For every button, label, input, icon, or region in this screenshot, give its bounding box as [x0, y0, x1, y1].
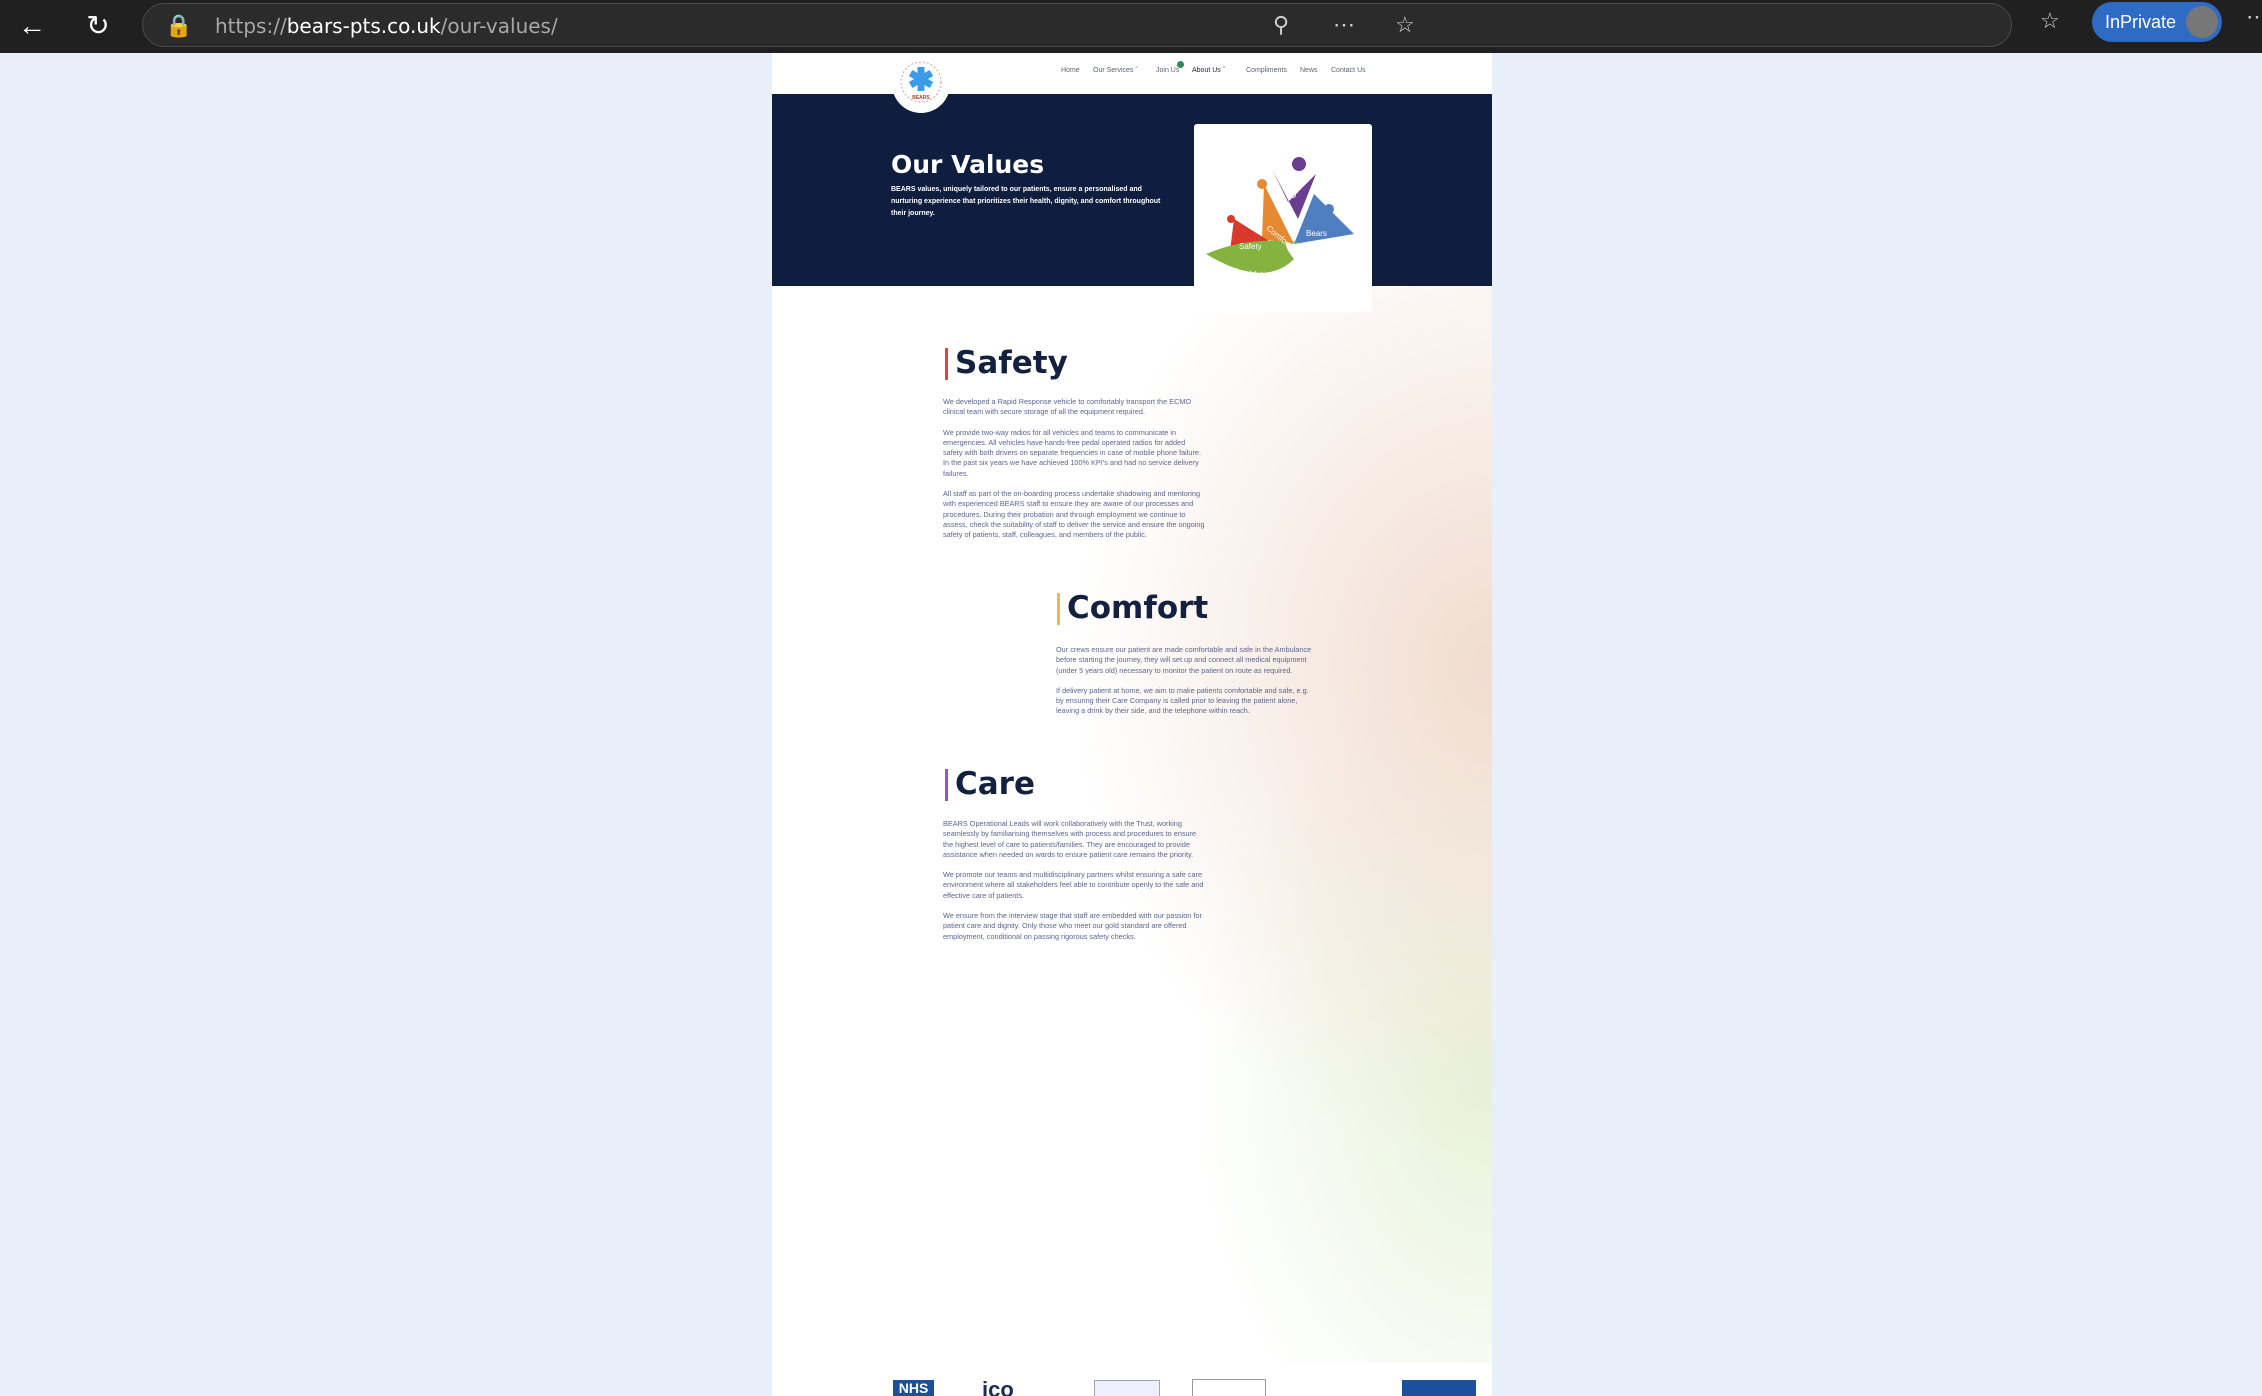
paragraph: We provide two-way radios for all vehicl…: [943, 427, 1201, 478]
refresh-icon[interactable]: ↻: [80, 8, 116, 44]
comfort-heading: Comfort: [1057, 591, 1208, 625]
nav-compliments[interactable]: Compliments: [1246, 67, 1287, 74]
site-logo[interactable]: BEARS: [892, 55, 950, 113]
paragraph: Our crews ensure our patient are made co…: [1056, 645, 1312, 675]
lock-icon[interactable]: 🔒: [165, 13, 192, 39]
nav-news[interactable]: News: [1300, 67, 1318, 74]
values-image: Safety Comfort Care Bears Our Values: [1194, 124, 1372, 312]
web-page: Home Our Services ˇ Join Us About Us ˇ C…: [772, 53, 1492, 1396]
paragraph: We ensure from the interview stage that …: [943, 911, 1202, 941]
nhs-logo: NHS: [893, 1380, 934, 1396]
hero-banner: Our Values BEARS values, uniquely tailor…: [772, 94, 1492, 286]
paragraph: We promote our teams and multidisciplina…: [943, 870, 1204, 900]
paragraph: All staff as part of the on-boarding pro…: [943, 489, 1205, 540]
browser-toolbar: ← ↻ 🔒 https://bears-pts.co.uk/our-values…: [0, 0, 2262, 53]
comfort-text: Our crews ensure our patient are made co…: [1056, 645, 1318, 727]
svg-text:BEARS: BEARS: [912, 95, 930, 101]
more-icon[interactable]: ⋯: [1333, 12, 1355, 38]
paragraph: We developed a Rapid Response vehicle to…: [943, 397, 1192, 417]
star-icon[interactable]: ☆: [1395, 12, 1415, 38]
hero-description: BEARS values, uniquely tailored to our p…: [891, 186, 1161, 217]
favorites-icon[interactable]: ☆: [2040, 8, 2060, 34]
nav-our-services[interactable]: Our Services ˇ: [1093, 67, 1138, 74]
site-nav: Home Our Services ˇ Join Us About Us ˇ C…: [772, 53, 1492, 94]
page-title: Our Values: [891, 150, 1045, 179]
accreditation-logo: [1192, 1379, 1266, 1396]
partner-logo: [1402, 1380, 1476, 1396]
care-text: BEARS Operational Leads will work collab…: [943, 819, 1205, 952]
partner-logo: [1094, 1380, 1160, 1396]
url-text: https://bears-pts.co.uk/our-values/: [215, 14, 558, 38]
address-bar[interactable]: 🔒 https://bears-pts.co.uk/our-values/ ⚲ …: [142, 3, 2012, 47]
safety-text: We developed a Rapid Response vehicle to…: [943, 397, 1205, 551]
paragraph: If delivery patient at home, we aim to m…: [1056, 685, 1309, 716]
paragraph: BEARS Operational Leads will work collab…: [943, 819, 1197, 859]
ico-logo: ico: [982, 1377, 1014, 1396]
avatar: [2186, 6, 2218, 38]
nav-about-us[interactable]: About Us ˇ: [1192, 67, 1225, 74]
care-heading: Care: [945, 767, 1035, 801]
svg-text:Bears: Bears: [1306, 229, 1327, 238]
inprivate-button[interactable]: InPrivate: [2092, 2, 2222, 42]
join-badge: [1177, 61, 1184, 68]
nav-home[interactable]: Home: [1061, 67, 1080, 74]
safety-heading: Safety: [945, 346, 1068, 380]
zoom-out-icon[interactable]: ⚲: [1273, 12, 1289, 38]
svg-text:Safety: Safety: [1239, 242, 1262, 251]
menu-icon[interactable]: ⋯: [2246, 4, 2262, 30]
back-icon[interactable]: ←: [14, 8, 50, 44]
nav-contact-us[interactable]: Contact Us: [1331, 67, 1366, 74]
nav-join-us[interactable]: Join Us: [1156, 67, 1179, 74]
